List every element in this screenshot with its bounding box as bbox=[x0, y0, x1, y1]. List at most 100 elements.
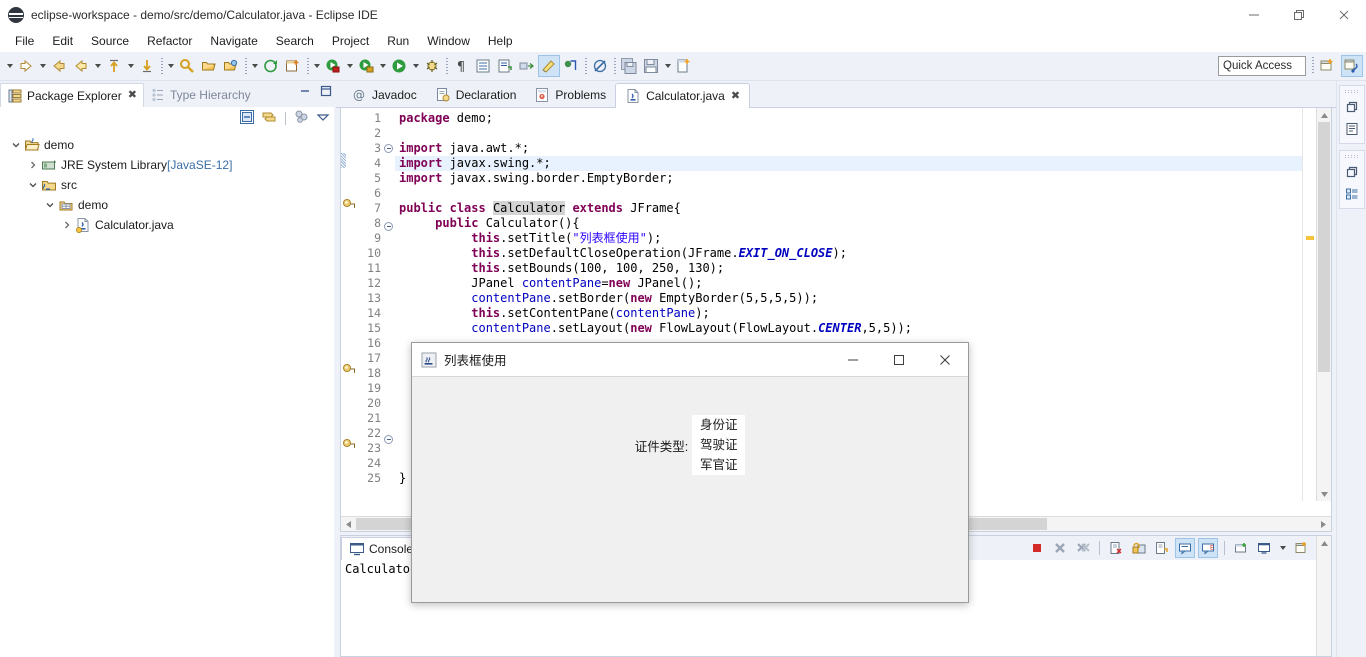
code-line[interactable]: this.setDefaultCloseOperation(JFrame.EXI… bbox=[399, 246, 1331, 261]
fold-collapse-icon[interactable] bbox=[383, 144, 395, 159]
search-icon[interactable] bbox=[176, 55, 198, 77]
show-whitespace-icon[interactable]: ¶ bbox=[450, 55, 472, 77]
search-dropdown[interactable] bbox=[165, 55, 176, 77]
maximize-view-icon[interactable] bbox=[320, 85, 332, 100]
tree-item-src[interactable]: src bbox=[0, 175, 336, 195]
list-item[interactable]: 驾驶证 bbox=[692, 435, 745, 455]
chevron-right-icon[interactable] bbox=[59, 217, 75, 233]
external-tools-dropdown[interactable] bbox=[344, 55, 355, 77]
task-list-view-icon[interactable] bbox=[1342, 184, 1362, 204]
code-line[interactable]: this.setBounds(100, 100, 250, 130); bbox=[399, 261, 1331, 276]
next-edit-icon[interactable] bbox=[136, 55, 158, 77]
chevron-down-icon[interactable] bbox=[8, 137, 24, 153]
code-line[interactable] bbox=[399, 186, 1331, 201]
code-line[interactable]: package demo; bbox=[399, 111, 1331, 126]
back-icon[interactable] bbox=[70, 55, 92, 77]
code-line[interactable]: this.setTitle("列表框使用"); bbox=[399, 231, 1331, 246]
next-annotation-icon[interactable] bbox=[516, 55, 538, 77]
open-task-icon[interactable] bbox=[198, 55, 220, 77]
console-view-dropdown[interactable] bbox=[1277, 538, 1288, 558]
restore-view-icon[interactable] bbox=[1342, 97, 1362, 117]
list-item[interactable]: 军官证 bbox=[692, 455, 745, 475]
save-icon[interactable] bbox=[640, 55, 662, 77]
menu-edit[interactable]: Edit bbox=[43, 32, 82, 50]
tree-item-calculator-java[interactable]: Calculator.java bbox=[0, 215, 336, 235]
tab-declaration[interactable]: Declaration bbox=[426, 82, 526, 107]
warning-marker-icon[interactable] bbox=[341, 363, 357, 378]
menu-project[interactable]: Project bbox=[323, 32, 378, 50]
scroll-lock-icon[interactable] bbox=[1129, 538, 1149, 558]
scroll-up-arrow-icon[interactable] bbox=[1317, 108, 1331, 122]
drag-handle[interactable] bbox=[1344, 89, 1359, 94]
collapse-all-icon[interactable] bbox=[239, 109, 255, 128]
scroll-left-arrow-icon[interactable] bbox=[341, 517, 356, 531]
show-console-on-output-icon[interactable]: E bbox=[1198, 538, 1218, 558]
minimize-window-button[interactable] bbox=[1231, 0, 1276, 30]
menu-help[interactable]: Help bbox=[479, 32, 522, 50]
tab-console[interactable]: Console bbox=[341, 537, 422, 560]
view-menu-chevron-down-icon[interactable] bbox=[316, 110, 330, 127]
menu-navigate[interactable]: Navigate bbox=[201, 32, 266, 50]
code-line[interactable]: public class Calculator extends JFrame{ bbox=[399, 201, 1331, 216]
tab-type-hierarchy[interactable]: Type Hierarchy bbox=[144, 83, 257, 107]
new-class-icon[interactable] bbox=[260, 55, 282, 77]
pin-console-icon[interactable] bbox=[1152, 538, 1172, 558]
open-type-icon[interactable] bbox=[220, 55, 242, 77]
coverage-icon[interactable] bbox=[322, 55, 344, 77]
chevron-down-icon[interactable] bbox=[42, 197, 58, 213]
run-dropdown[interactable] bbox=[377, 55, 388, 77]
dialog-minimize-button[interactable] bbox=[830, 343, 876, 376]
forward-dropdown[interactable] bbox=[4, 55, 15, 77]
run-external-tools-icon[interactable] bbox=[355, 55, 377, 77]
quick-access-input[interactable]: Quick Access bbox=[1218, 56, 1306, 76]
warning-marker-icon[interactable] bbox=[341, 198, 357, 213]
close-window-button[interactable] bbox=[1321, 0, 1366, 30]
list-item[interactable]: 身份证 bbox=[692, 415, 745, 435]
minimize-view-icon[interactable] bbox=[299, 85, 311, 100]
overview-ruler[interactable] bbox=[1302, 108, 1316, 501]
display-selected-console-icon[interactable] bbox=[1175, 538, 1195, 558]
fold-collapse-icon[interactable] bbox=[383, 222, 395, 237]
restore-view-icon[interactable] bbox=[1342, 162, 1362, 182]
change-marker[interactable] bbox=[341, 153, 357, 168]
back-history-icon[interactable] bbox=[48, 55, 70, 77]
previous-edit-dropdown[interactable] bbox=[92, 55, 103, 77]
close-icon[interactable]: ✖ bbox=[731, 90, 740, 102]
code-line[interactable]: public Calculator(){ bbox=[399, 216, 1331, 231]
open-perspective-highlight-icon[interactable] bbox=[538, 55, 560, 77]
open-console-icon[interactable] bbox=[1231, 538, 1251, 558]
back-dropdown[interactable] bbox=[37, 55, 48, 77]
tree-item-demo[interactable]: demo bbox=[0, 135, 336, 155]
open-perspective-button[interactable] bbox=[1317, 55, 1339, 77]
dialog-close-button[interactable] bbox=[922, 343, 968, 376]
code-line[interactable]: JPanel contentPane=new JPanel(); bbox=[399, 276, 1331, 291]
menu-run[interactable]: Run bbox=[378, 32, 418, 50]
editor-vertical-scroll-thumb[interactable] bbox=[1318, 122, 1330, 372]
remove-launch-icon[interactable] bbox=[1050, 538, 1070, 558]
new-java-project-icon[interactable] bbox=[282, 55, 304, 77]
tab-javadoc[interactable]: @ Javadoc bbox=[342, 82, 426, 107]
skip-all-breakpoints-icon[interactable] bbox=[560, 55, 582, 77]
java-perspective-button[interactable] bbox=[1341, 55, 1363, 77]
marker-gutter[interactable] bbox=[341, 108, 357, 516]
toggle-block-selection-icon[interactable] bbox=[472, 55, 494, 77]
coverage-dropdown[interactable] bbox=[311, 55, 322, 77]
code-line[interactable] bbox=[399, 126, 1331, 141]
debug-dropdown[interactable] bbox=[410, 55, 421, 77]
debug-icon[interactable] bbox=[421, 55, 443, 77]
save-all-icon[interactable] bbox=[618, 55, 640, 77]
next-edit-dropdown[interactable] bbox=[125, 55, 136, 77]
chevron-right-icon[interactable] bbox=[25, 157, 41, 173]
menu-file[interactable]: File bbox=[6, 32, 43, 50]
editor-vertical-scrollbar[interactable] bbox=[1316, 108, 1331, 501]
code-line[interactable]: contentPane.setLayout(new FlowLayout(Flo… bbox=[399, 321, 1331, 336]
tab-package-explorer[interactable]: Package Explorer ✖ bbox=[0, 83, 144, 107]
menu-refactor[interactable]: Refactor bbox=[138, 32, 201, 50]
tree-item-jre-system-library[interactable]: JRE System Library [JavaSE-12] bbox=[0, 155, 336, 175]
new-class-dropdown[interactable] bbox=[249, 55, 260, 77]
clear-console-icon[interactable] bbox=[1106, 538, 1126, 558]
menu-search[interactable]: Search bbox=[267, 32, 323, 50]
menu-window[interactable]: Window bbox=[418, 32, 479, 50]
scroll-up-arrow-icon[interactable] bbox=[1317, 536, 1331, 550]
scroll-right-arrow-icon[interactable] bbox=[1316, 517, 1331, 531]
